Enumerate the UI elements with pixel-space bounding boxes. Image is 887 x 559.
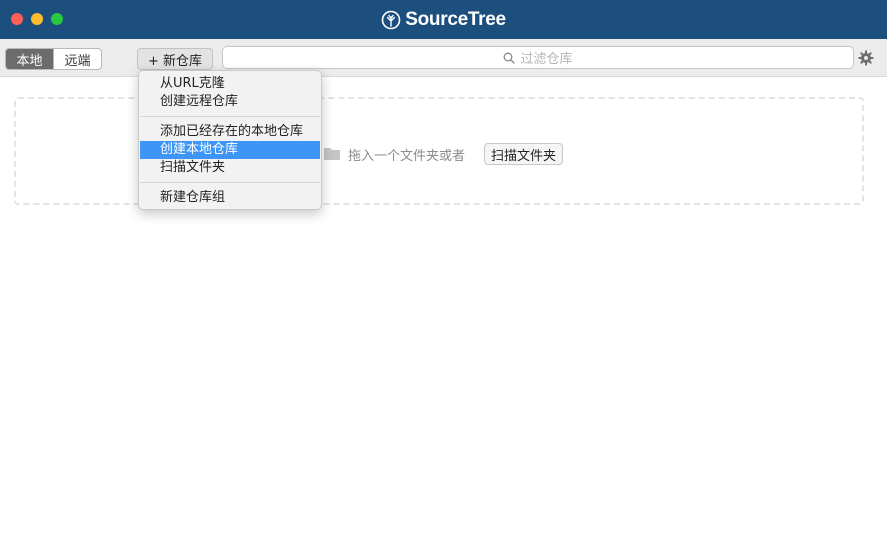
new-repository-menu: 从URL克隆 创建远程仓库 添加已经存在的本地仓库 创建本地仓库 扫描文件夹 新… <box>138 70 322 210</box>
menu-separator <box>140 182 320 183</box>
menu-item-create-local-repo[interactable]: 创建本地仓库 <box>140 141 320 159</box>
repo-scope-segmented-control: 本地 远端 <box>5 48 102 70</box>
toolbar: 本地 远端 + 新仓库 过滤仓库 <box>0 39 887 77</box>
gear-icon[interactable] <box>858 50 874 66</box>
filter-placeholder: 过滤仓库 <box>520 52 573 67</box>
menu-separator <box>140 116 320 117</box>
app-title-text: SourceTree <box>405 8 506 30</box>
tab-local[interactable]: 本地 <box>6 49 53 69</box>
menu-item-clone-from-url[interactable]: 从URL克隆 <box>140 75 320 93</box>
app-title: SourceTree <box>0 0 887 39</box>
menu-item-add-existing-local-repo[interactable]: 添加已经存在的本地仓库 <box>140 123 320 141</box>
filter-repositories-input[interactable]: 过滤仓库 <box>222 46 854 69</box>
new-repository-label: + 新仓库 <box>147 53 203 69</box>
search-icon <box>504 52 516 64</box>
new-repository-button[interactable]: + 新仓库 <box>137 48 213 70</box>
folder-icon <box>324 148 340 160</box>
tab-remote[interactable]: 远端 <box>53 49 101 69</box>
sourcetree-logo-icon <box>381 10 401 29</box>
drop-zone-text: 拖入一个文件夹或者 <box>348 149 466 164</box>
menu-item-new-repo-group[interactable]: 新建仓库组 <box>140 189 320 207</box>
menu-item-scan-folder[interactable]: 扫描文件夹 <box>140 159 320 177</box>
menu-item-create-remote-repo[interactable]: 创建远程仓库 <box>140 93 320 111</box>
title-bar: SourceTree <box>0 0 887 39</box>
scan-folder-button[interactable]: 扫描文件夹 <box>484 143 563 165</box>
